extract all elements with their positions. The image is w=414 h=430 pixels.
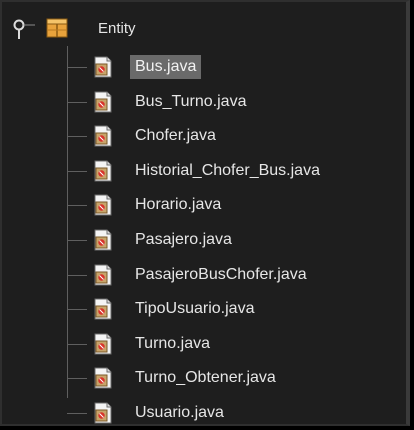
file-item-horario[interactable]: Horario.java [2,190,406,220]
file-label: Turno_Obtener.java [135,369,276,387]
project-tree-panel: Entity Bus.java Bus_Turno.java Chofer.ja… [0,0,410,426]
java-file-icon [92,91,114,113]
file-item-historial-chofer-bus[interactable]: Historial_Chofer_Bus.java [2,156,406,186]
file-label: TipoUsuario.java [135,300,255,318]
file-item-bus[interactable]: Bus.java [2,52,406,82]
tree-branch-line [67,413,87,414]
file-label: Pasajero.java [135,231,232,248]
file-label: Chofer.java [135,127,216,145]
java-file-icon [92,125,114,147]
file-label: Bus_Turno.java [135,92,247,110]
package-icon [46,17,68,39]
tree-branch-line [67,101,87,103]
file-item-pasajerobuschofer[interactable]: PasajeroBusChofer.java [2,260,406,290]
file-item-bus-turno[interactable]: Bus_Turno.java [2,87,406,117]
tree-branch-line [67,309,87,311]
java-file-icon [92,298,114,320]
java-file-icon [92,229,114,251]
tree-branch-line [67,274,87,276]
tree-branch-line [67,67,87,68]
tree-branch-line [67,170,87,172]
java-file-icon [92,264,114,286]
tree-branch-line [67,343,87,345]
tree-node-entity[interactable]: Entity [2,14,406,42]
file-item-turno-obtener[interactable]: Turno_Obtener.java [2,363,406,393]
file-label: Turno.java [135,334,210,352]
tree-branch-line [67,136,87,138]
java-file-icon [92,194,114,216]
file-item-tipousuario[interactable]: TipoUsuario.java [2,294,406,324]
file-label: Bus.java [130,55,202,79]
file-label: Horario.java [135,196,222,214]
tree-branch-line [67,378,87,380]
file-item-pasajero[interactable]: Pasajero.java [2,225,406,255]
java-file-icon [92,402,114,424]
file-item-turno[interactable]: Turno.java [2,329,406,359]
expanded-node-icon[interactable] [11,17,35,41]
file-label: Usuario.java [135,404,224,421]
tree-node-label: Entity [98,20,136,37]
tree-branch-line [67,240,87,241]
java-file-icon [92,367,114,389]
java-file-icon [92,333,114,355]
file-label: Historial_Chofer_Bus.java [135,161,320,179]
tree-branch-line [67,205,87,207]
file-item-usuario[interactable]: Usuario.java [2,398,406,428]
file-label: PasajeroBusChofer.java [135,265,307,283]
file-item-chofer[interactable]: Chofer.java [2,121,406,151]
java-file-icon [92,160,114,182]
java-file-icon [92,56,114,78]
